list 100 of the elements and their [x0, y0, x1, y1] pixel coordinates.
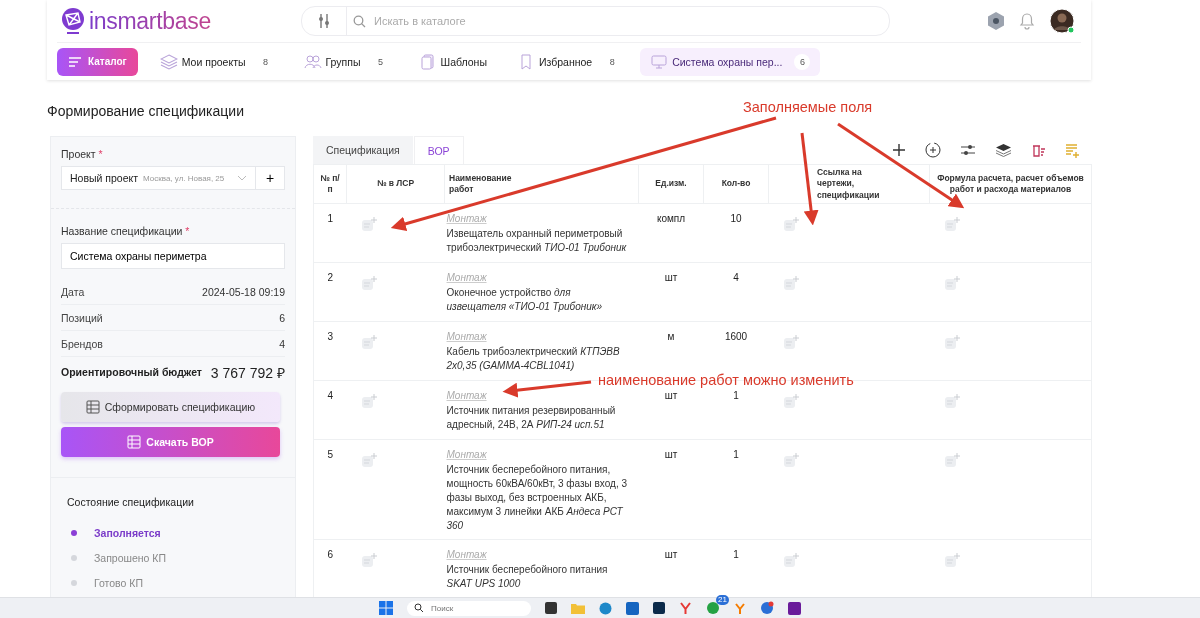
app-icon[interactable] [788, 601, 801, 615]
project-select[interactable]: Новый проект Москва, ул. Новая, 25 [61, 166, 256, 190]
chevron-down-icon [237, 175, 247, 181]
search-icon [353, 14, 366, 28]
table-cell: 1 [327, 213, 334, 224]
stat-value: 6 [279, 311, 285, 324]
avatar-icon[interactable] [1049, 8, 1075, 34]
table-cell: 3 [327, 331, 334, 342]
nav-tab[interactable]: Избранное 8 [506, 47, 631, 76]
search-bar[interactable]: Искать в каталоге [301, 6, 890, 36]
search-field[interactable]: Искать в каталоге [372, 14, 889, 28]
add-list-icon[interactable] [1065, 142, 1080, 158]
stat-value: 4 [279, 337, 285, 350]
add-note-icon[interactable] [943, 216, 961, 232]
add-note-icon[interactable] [943, 275, 961, 291]
start-icon[interactable] [379, 601, 393, 615]
status-step[interactable]: Заполняется [94, 526, 161, 539]
status-title: Состояние спецификации [67, 496, 195, 508]
menu-icon [68, 55, 82, 68]
column-header: Ед.изм. [655, 178, 687, 189]
store-icon[interactable] [626, 601, 639, 615]
logo-icon [61, 8, 85, 34]
notification-badge: 21 [716, 595, 729, 605]
status-step[interactable]: Готово КП [94, 576, 143, 589]
column-header: Формула расчета, расчет объемов работ и расхода материалов [937, 172, 1084, 194]
stat-label: Дата [61, 285, 85, 298]
tab[interactable]: ВОР [413, 136, 464, 164]
download-button[interactable]: Скачать ВОР [61, 427, 280, 457]
app-icon[interactable] [760, 601, 774, 615]
add-note-icon[interactable] [943, 334, 961, 350]
status-step[interactable]: Запрошено КП [94, 551, 167, 564]
add-note-icon[interactable] [360, 334, 378, 350]
add-note-icon[interactable] [943, 452, 961, 468]
hexagon-icon[interactable] [987, 11, 1005, 31]
add-note-icon[interactable] [943, 393, 961, 409]
column-header: Кол-во [721, 178, 751, 189]
sliders-icon[interactable] [960, 143, 976, 157]
table-cell: 1600 [724, 331, 748, 342]
add-note-icon[interactable] [782, 216, 800, 232]
nav-tab[interactable]: Система охраны пер... 6 [640, 47, 821, 76]
spec-name-field[interactable]: Система охраны периметра [61, 243, 285, 269]
tab[interactable]: Спецификация [313, 136, 413, 164]
item-description: Извещатель охранный периметровый трибоэлектрический ТИО-01 Трибоник [446, 227, 628, 255]
document-icon [418, 53, 437, 70]
item-description: Источник бесперебойного питания SKAT UPS 1000 [446, 563, 609, 591]
stat-value: 2024-05-18 09:19 [202, 285, 285, 298]
table-cell: 1 [733, 390, 739, 401]
add-button[interactable]: + [256, 166, 285, 190]
add-note-icon[interactable] [360, 452, 378, 468]
add-note-icon[interactable] [943, 552, 961, 568]
delete-icon[interactable] [1031, 142, 1046, 158]
page-title: Формирование спецификации [47, 103, 244, 119]
add-note-icon[interactable] [360, 275, 378, 291]
add-icon[interactable] [892, 143, 906, 157]
nav-tab[interactable]: Группы 5 [293, 47, 399, 76]
field-label: Проект * [61, 148, 104, 160]
taskbar-search-field[interactable]: Поиск [429, 602, 513, 614]
app-icon[interactable] [679, 601, 692, 615]
add-note-icon[interactable] [360, 393, 378, 409]
add-note-icon[interactable] [782, 275, 800, 291]
budget-value: 3 767 792 ₽ [210, 363, 285, 382]
add-note-icon[interactable] [782, 393, 800, 409]
folder-icon[interactable] [571, 602, 585, 614]
item-description: Источник питания резервированный адресный, 24В, 2А РИП-24 исп.51 [446, 404, 617, 432]
browser-icon[interactable] [599, 601, 612, 615]
table-cell: 10 [730, 213, 742, 224]
add-circle-icon[interactable] [925, 142, 941, 158]
table-icon [127, 435, 142, 449]
app-icon[interactable] [545, 602, 557, 614]
people-icon [303, 53, 322, 70]
column-header: Наименование работ [449, 172, 513, 196]
table-cell: шт [664, 449, 678, 460]
annotation-text: Заполняемые поля [743, 99, 873, 115]
taskbar-search-bar[interactable]: Поиск [407, 600, 531, 616]
add-note-icon[interactable] [360, 216, 378, 232]
nav-tab[interactable]: Мои проекты 8 [149, 47, 284, 76]
layers-icon[interactable] [995, 143, 1012, 157]
search-icon [414, 603, 424, 613]
table-cell: 2 [327, 272, 334, 283]
table-cell: шт [664, 549, 678, 560]
app-icon[interactable] [653, 602, 665, 614]
table-cell: 5 [327, 449, 334, 460]
stat-label: Брендов [61, 337, 103, 350]
annotation-text: наименование работ можно изменить [598, 372, 854, 388]
catalog-button[interactable]: Каталог [57, 47, 138, 76]
chat-icon[interactable] [706, 601, 720, 615]
add-note-icon[interactable] [360, 552, 378, 568]
filter-icon[interactable] [318, 13, 330, 29]
table-cell: 6 [327, 549, 334, 560]
table-cell: шт [664, 390, 678, 401]
bell-icon[interactable] [1019, 12, 1035, 30]
add-note-icon[interactable] [782, 334, 800, 350]
table-cell: 4 [327, 390, 334, 401]
add-note-icon[interactable] [782, 452, 800, 468]
table-icon [85, 400, 100, 414]
generate-button[interactable]: Сформировать спецификацию [61, 392, 280, 422]
add-note-icon[interactable] [782, 552, 800, 568]
item-description: Источник бесперебойного питания, мощность 60кВА/60кВт, 3 фазы вход, 3 фазы выход, без встроенных АКБ, максимум 3 линейки АКБ Андеса РСТ 360 [446, 463, 629, 533]
nav-tab[interactable]: Шаблоны [408, 47, 497, 76]
column-header: № в ЛСР [376, 178, 415, 189]
